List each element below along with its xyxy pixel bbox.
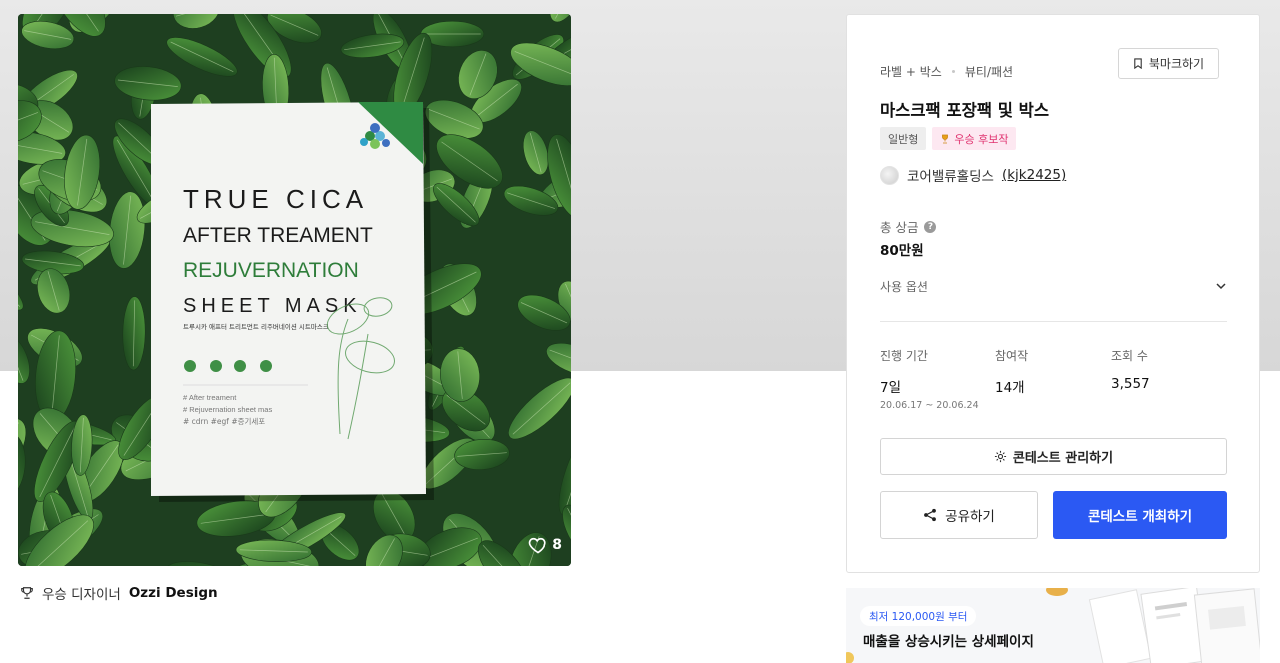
host-avatar	[880, 165, 899, 185]
promo-headline: 매출을 상승시키는 상세페이지	[863, 634, 1034, 650]
chevron-down-icon	[1216, 283, 1226, 290]
bookmark-button[interactable]: 북마크하기	[1118, 48, 1219, 79]
options-toggle[interactable]: 사용 옵션	[880, 276, 1227, 296]
coin-decoration	[1046, 588, 1068, 596]
share-button[interactable]: 공유하기	[880, 491, 1038, 539]
contest-info-panel: 라벨 + 박스 뷰티/패션 북마크하기 마스크팩 포장팩 및 박스 일반형 우승…	[846, 14, 1260, 573]
like-button[interactable]: 8	[528, 535, 562, 555]
trophy-icon	[20, 586, 34, 600]
prize-label-row: 총 상금 ?	[880, 217, 937, 236]
gear-icon	[994, 450, 1006, 463]
host-handle-link[interactable]: (kjk2425)	[1002, 167, 1066, 183]
duration-label: 진행 기간	[880, 349, 928, 363]
share-label: 공유하기	[945, 509, 995, 525]
prize-label: 총 상금	[880, 220, 919, 235]
mask-line-4: SHEET MASK	[183, 295, 362, 317]
share-icon	[924, 508, 937, 522]
mask-hashtag-1: # After treament	[183, 393, 237, 402]
divider	[880, 321, 1227, 322]
prize-value: 80만원	[880, 243, 924, 259]
participants-label: 참여작	[995, 349, 1029, 363]
mask-hashtag-3: # cdrn #egf #증기세포	[183, 417, 265, 426]
options-label: 사용 옵션	[880, 279, 928, 294]
views-value: 3,557	[1111, 376, 1150, 392]
manage-contest-label: 콘테스트 관리하기	[1012, 451, 1114, 466]
breadcrumb-subcategory[interactable]: 뷰티/패션	[965, 63, 1013, 80]
breadcrumb: 라벨 + 박스 뷰티/패션	[880, 63, 1013, 80]
bookmark-label: 북마크하기	[1148, 57, 1205, 71]
host-contest-button[interactable]: 콘테스트 개최하기	[1053, 491, 1227, 539]
coin-decoration	[846, 652, 854, 663]
participants-value: 14개	[995, 380, 1025, 396]
duration-range: 20.06.17 ~ 20.06.24	[880, 400, 979, 411]
duration-value: 7일	[880, 380, 902, 396]
bookmark-icon	[1134, 58, 1142, 69]
views-stat: 조회 수 3,557	[1111, 347, 1150, 392]
breadcrumb-category[interactable]: 라벨 + 박스	[880, 63, 942, 80]
winner-prefix: 우승 디자이너	[42, 587, 121, 603]
product-image[interactable]: TRUE CICA AFTER TREAMENT REJUVERNATION S…	[18, 14, 571, 566]
manage-contest-button[interactable]: 콘테스트 관리하기	[880, 438, 1227, 475]
like-count: 8	[552, 537, 562, 553]
mask-line-3: REJUVERNATION	[183, 259, 359, 282]
mask-package: TRUE CICA AFTER TREAMENT REJUVERNATION S…	[151, 102, 434, 502]
award-tag-label: 우승 후보작	[954, 132, 1009, 146]
heart-icon	[528, 537, 546, 554]
tag-list: 일반형 우승 후보작	[880, 127, 1017, 150]
promo-banner[interactable]: 최저 120,000원 부터 매출을 상승시키는 상세페이지	[846, 588, 1260, 663]
host-name: 코어밸류홀딩스	[907, 169, 994, 185]
trophy-icon	[942, 134, 949, 143]
mask-hashtag-2: # Rejuvernation sheet mas	[183, 405, 272, 414]
winner-name[interactable]: Ozzi Design	[129, 585, 218, 601]
type-tag: 일반형	[880, 127, 927, 150]
winner-designer: 우승 디자이너 Ozzi Design	[20, 583, 218, 603]
host-info: 코어밸류홀딩스 (kjk2425)	[880, 165, 1066, 185]
mask-korean-line: 트루시카 애프터 트리트먼트 리주버네이션 시트마스크	[183, 322, 329, 331]
breadcrumb-separator	[951, 70, 955, 73]
leaf-background: TRUE CICA AFTER TREAMENT REJUVERNATION S…	[18, 14, 571, 566]
promo-mockup-image	[1088, 588, 1260, 663]
views-label: 조회 수	[1111, 349, 1148, 363]
mask-line-1: TRUE CICA	[183, 184, 368, 214]
help-icon[interactable]: ?	[924, 220, 937, 233]
promo-price-badge: 최저 120,000원 부터	[860, 606, 977, 626]
award-tag: 우승 후보작	[932, 127, 1017, 150]
participants-stat: 참여작 14개	[995, 347, 1028, 396]
contest-title: 마스크팩 포장팩 및 박스	[880, 101, 1050, 120]
mask-line-2: AFTER TREAMENT	[183, 224, 373, 247]
duration-stat: 진행 기간 7일 20.06.17 ~ 20.06.24	[880, 347, 979, 411]
